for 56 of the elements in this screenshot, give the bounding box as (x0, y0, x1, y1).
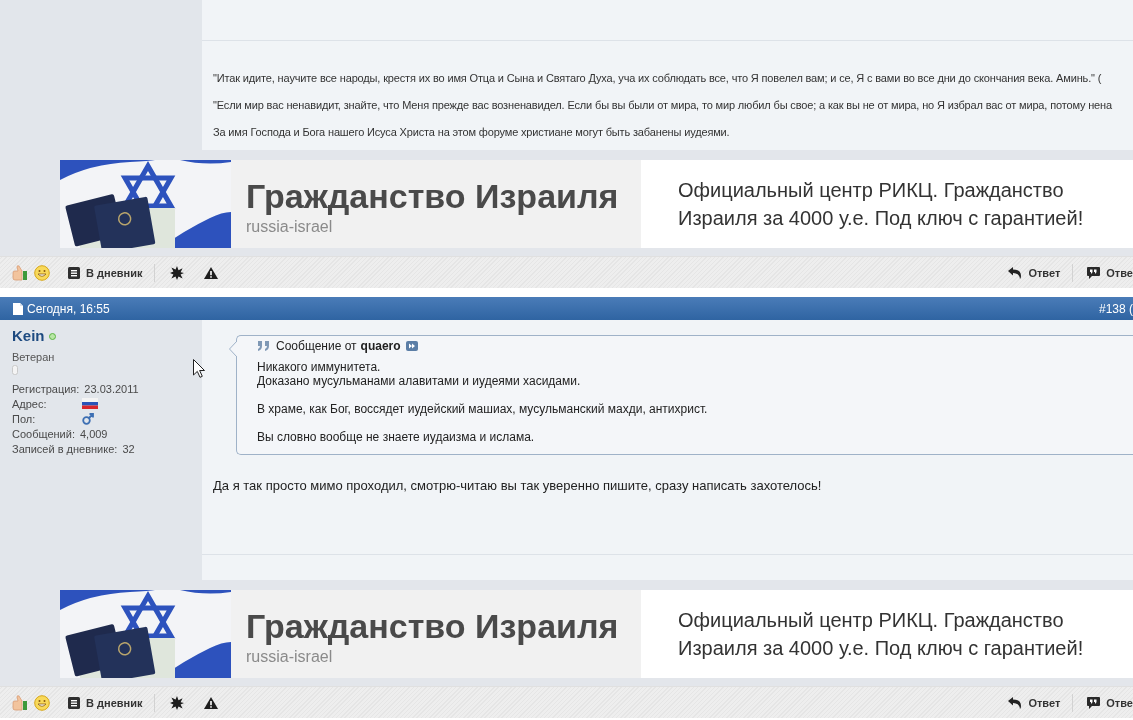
quote-label: Сообщение от (276, 339, 357, 353)
star-burst-icon[interactable] (170, 265, 185, 280)
ad-description: Официальный центр РИКЦ. Гражданство Израиля за 4000 у.е. Под ключ с гарантией! (678, 178, 1085, 231)
quote-marks-icon (257, 341, 271, 351)
ad-title: Гражданство Израиля (246, 606, 619, 646)
author-field-label: Сообщений: (12, 427, 75, 440)
reply-arrow-icon (1008, 266, 1023, 279)
smiley-icon[interactable] (34, 694, 50, 711)
thumbs-up-icon[interactable] (12, 694, 28, 711)
reply-button[interactable]: Ответ (1008, 266, 1061, 279)
ad-source: russia-israel (246, 217, 333, 237)
post-message: Да я так просто мимо проходил, смотрю-читаю вы так уверенно пишите, сразу написать захотелось! (213, 478, 823, 494)
post-date: Сегодня, 16:55 (27, 301, 110, 316)
quote-text: Вы словно вообще не знаете иудаизма и ислама. (257, 430, 536, 444)
notebook-icon (68, 266, 80, 279)
author-field-label: Записей в дневнике: (12, 442, 118, 455)
diary-button[interactable]: В дневник (68, 696, 143, 709)
document-icon (13, 302, 23, 315)
reply-arrow-icon (1008, 696, 1023, 709)
quote-reply-button[interactable]: Отве (1087, 266, 1133, 279)
russian-flag-icon (82, 398, 98, 409)
signature-text: "Если мир вас ненавидит, знайте, что Меня прежде вас возненавидел. Если бы вы были от мира, то мир любил бы свое; а как вы не от мира, но Я избрал вас от мира, потому нена (213, 98, 1113, 113)
ad-description: Официальный центр РИКЦ. Гражданство Израиля за 4000 у.е. Под ключ с гарантией! (678, 608, 1085, 661)
ad-banner[interactable]: Гражданство Израиля russia-israel Официальный центр РИКЦ. Гражданство Израиля за 4000 у.е. Под ключ с гарантией! (60, 160, 1133, 248)
thumbs-up-icon[interactable] (12, 264, 28, 281)
quote-bubble-icon (1087, 266, 1101, 279)
author-field-value: 4,009 (79, 427, 108, 440)
warning-icon[interactable] (204, 266, 219, 279)
author-field-label: Пол: (12, 412, 37, 425)
reputation-icon (12, 365, 18, 375)
quote-bubble-icon (1087, 696, 1101, 709)
ad-title: Гражданство Израиля (246, 176, 619, 216)
warning-icon[interactable] (204, 696, 219, 709)
diary-button[interactable]: В дневник (68, 266, 143, 279)
reply-button[interactable]: Ответ (1008, 696, 1061, 709)
ad-source: russia-israel (246, 647, 333, 667)
signature-text: За имя Господа и Бога нашего Исуса Христа на этом форуме христиане могут быть забанены иудеями. (213, 125, 731, 140)
smiley-icon[interactable] (34, 264, 50, 281)
post-number-link[interactable]: #138 ( (1098, 301, 1133, 316)
male-sign-icon (82, 412, 94, 425)
author-field-value: 23.03.2011 (84, 382, 139, 395)
signature-text: "Итак идите, научите все народы, крестя их во имя Отца и Сына и Святаго Духа, уча их соблюдать все, что Я повелел вам; и се, Я с вами во все дни до скончания века. Аминь." ( (213, 71, 1103, 86)
view-post-icon[interactable] (405, 341, 418, 351)
notebook-icon (68, 696, 80, 709)
author-field-value: 32 (122, 442, 135, 455)
quote-text: Никакого иммунитета. Доказано мусульманами алавитами и иудеями хасидами. (257, 360, 582, 388)
quote-reply-button[interactable]: Отве (1087, 696, 1133, 709)
ad-banner[interactable]: Гражданство Израиля russia-israel Официальный центр РИКЦ. Гражданство Израиля за 4000 у.е. Под ключ с гарантией! (60, 590, 1133, 678)
quote-text: В храме, как Бог, воссядет иудейский машиах, мусульманский махди, антихрист. (257, 402, 709, 416)
mouse-pointer-icon (193, 359, 205, 378)
star-burst-icon[interactable] (170, 695, 185, 710)
quote-author: quaero (360, 339, 401, 353)
author-rank: Ветеран (12, 350, 56, 364)
author-field-label: Регистрация: (12, 382, 80, 395)
author-name[interactable]: Kein (12, 327, 45, 345)
author-field-label: Адрес: (12, 397, 48, 410)
